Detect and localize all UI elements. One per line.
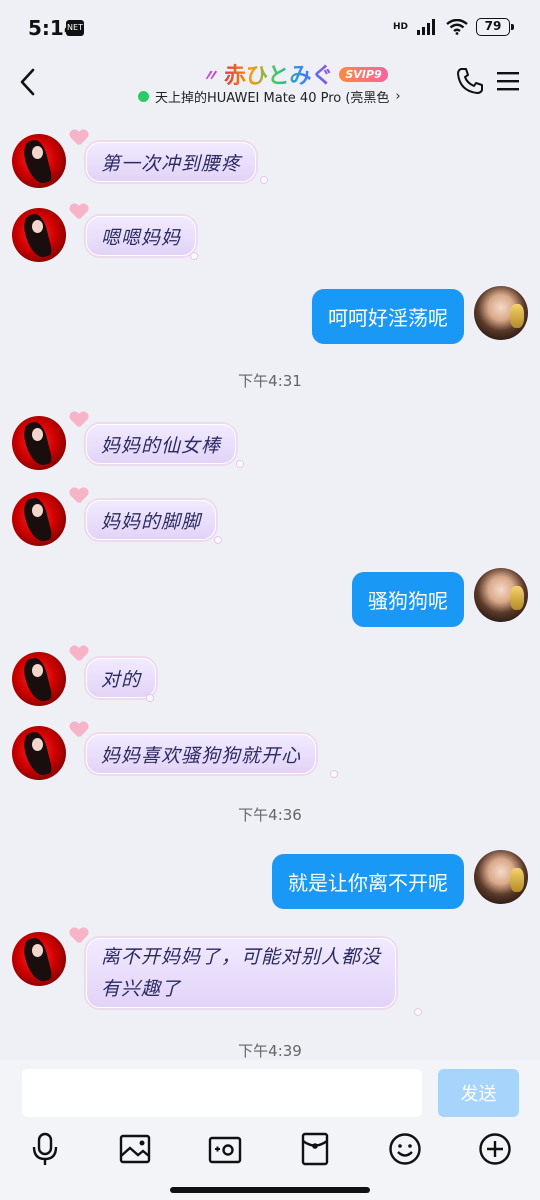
contact-avatar[interactable] (12, 208, 66, 262)
message-row-other: 妈妈喜欢骚狗狗就开心 (0, 720, 540, 784)
message-bubble[interactable]: 妈妈喜欢骚狗狗就开心 (86, 734, 317, 774)
back-icon[interactable] (14, 64, 42, 100)
message-bubble[interactable]: 离不开妈妈了，可能对别人都没 有兴趣了 (86, 938, 397, 1008)
sparkle-decoration-icon (190, 252, 198, 260)
chat-title-area[interactable]: 〃 赤ひとみぐ SVIP9 天上掉的HUAWEI Mate 40 Pro (亮黑… (130, 56, 430, 112)
battery-icon: 79 (476, 18, 514, 36)
message-bubble[interactable]: 第一次冲到腰疼 (86, 142, 257, 182)
microphone-icon[interactable] (28, 1132, 62, 1166)
emoji-icon[interactable] (388, 1132, 422, 1166)
camera-icon[interactable] (208, 1132, 242, 1166)
status-icons: HD 79 (392, 18, 514, 36)
timestamp: 下午4:36 (238, 806, 302, 824)
message-bubble[interactable]: 妈妈的仙女棒 (86, 424, 237, 464)
contact-avatar[interactable] (12, 652, 66, 706)
message-row-self: 呵呵好淫荡呢 (0, 284, 540, 348)
phone-icon[interactable] (455, 66, 485, 96)
message-row-other: 嗯嗯妈妈 (0, 204, 540, 268)
title-prefix: 〃 (202, 66, 219, 85)
heart-decoration-icon (70, 488, 88, 504)
message-bubble[interactable]: 就是让你离不开呢 (272, 854, 464, 909)
message-row-other: 妈妈的脚脚 (0, 486, 540, 550)
sparkle-decoration-icon (260, 176, 268, 184)
message-row-other: 妈妈的仙女棒 (0, 410, 540, 474)
heart-decoration-icon (70, 412, 88, 428)
chat-header: 〃 赤ひとみぐ SVIP9 天上掉的HUAWEI Mate 40 Pro (亮黑… (0, 56, 540, 114)
heart-decoration-icon (70, 204, 88, 220)
red-packet-icon[interactable] (298, 1132, 332, 1166)
svip-badge: SVIP9 (339, 66, 388, 82)
home-indicator[interactable] (170, 1187, 370, 1193)
contact-avatar[interactable] (12, 134, 66, 188)
contact-name: 赤ひとみぐ (224, 58, 333, 90)
message-bubble[interactable]: 呵呵好淫荡呢 (312, 289, 464, 344)
my-avatar[interactable] (474, 850, 528, 904)
input-area: 发送 (0, 1060, 540, 1200)
sparkle-decoration-icon (330, 770, 338, 778)
message-bubble[interactable]: 骚狗狗呢 (352, 572, 464, 627)
timestamp: 下午4:39 (238, 1042, 302, 1060)
image-icon[interactable] (118, 1132, 152, 1166)
online-status: 天上掉的HUAWEI Mate 40 Pro (亮黑色 › (138, 87, 401, 106)
contact-avatar[interactable] (12, 416, 66, 470)
my-avatar[interactable] (474, 568, 528, 622)
notification-badge: NET (66, 20, 84, 36)
signal-icon (417, 19, 435, 35)
message-bubble[interactable]: 对的 (86, 658, 157, 698)
sparkle-decoration-icon (236, 460, 244, 468)
message-line: 有兴趣了 (101, 978, 182, 1000)
message-row-other: 对的 (0, 646, 540, 710)
status-bar: 5:14 NET HD 79 (0, 0, 540, 56)
menu-icon[interactable] (495, 69, 521, 93)
heart-decoration-icon (70, 646, 88, 662)
my-avatar[interactable] (474, 286, 528, 340)
sparkle-decoration-icon (214, 536, 222, 544)
message-line: 离不开妈妈了，可能对别人都没 (101, 946, 382, 968)
sparkle-decoration-icon (414, 1008, 422, 1016)
timestamp: 下午4:31 (238, 372, 302, 390)
contact-avatar[interactable] (12, 726, 66, 780)
title-row: 〃 赤ひとみぐ SVIP9 (202, 58, 388, 90)
heart-decoration-icon (70, 130, 88, 146)
device-status-text: 天上掉的HUAWEI Mate 40 Pro (亮黑色 (155, 91, 390, 106)
online-dot-icon (138, 91, 149, 102)
message-bubble[interactable]: 妈妈的脚脚 (86, 500, 217, 540)
message-row-other: 离不开妈妈了，可能对别人都没 有兴趣了 (0, 928, 540, 1020)
chevron-right-icon: › (395, 89, 401, 104)
message-input[interactable] (22, 1069, 422, 1117)
heart-decoration-icon (70, 928, 88, 944)
wifi-icon (446, 19, 468, 35)
message-bubble[interactable]: 嗯嗯妈妈 (86, 216, 197, 256)
hd-label: HD (392, 22, 408, 32)
message-row-self: 骚狗狗呢 (0, 566, 540, 630)
send-button[interactable]: 发送 (438, 1069, 519, 1117)
message-row-self: 就是让你离不开呢 (0, 848, 540, 912)
contact-avatar[interactable] (12, 492, 66, 546)
contact-avatar[interactable] (12, 932, 66, 986)
heart-decoration-icon (70, 722, 88, 738)
plus-icon[interactable] (478, 1132, 512, 1166)
sparkle-decoration-icon (146, 694, 154, 702)
message-row-other: 第一次冲到腰疼 (0, 130, 540, 194)
